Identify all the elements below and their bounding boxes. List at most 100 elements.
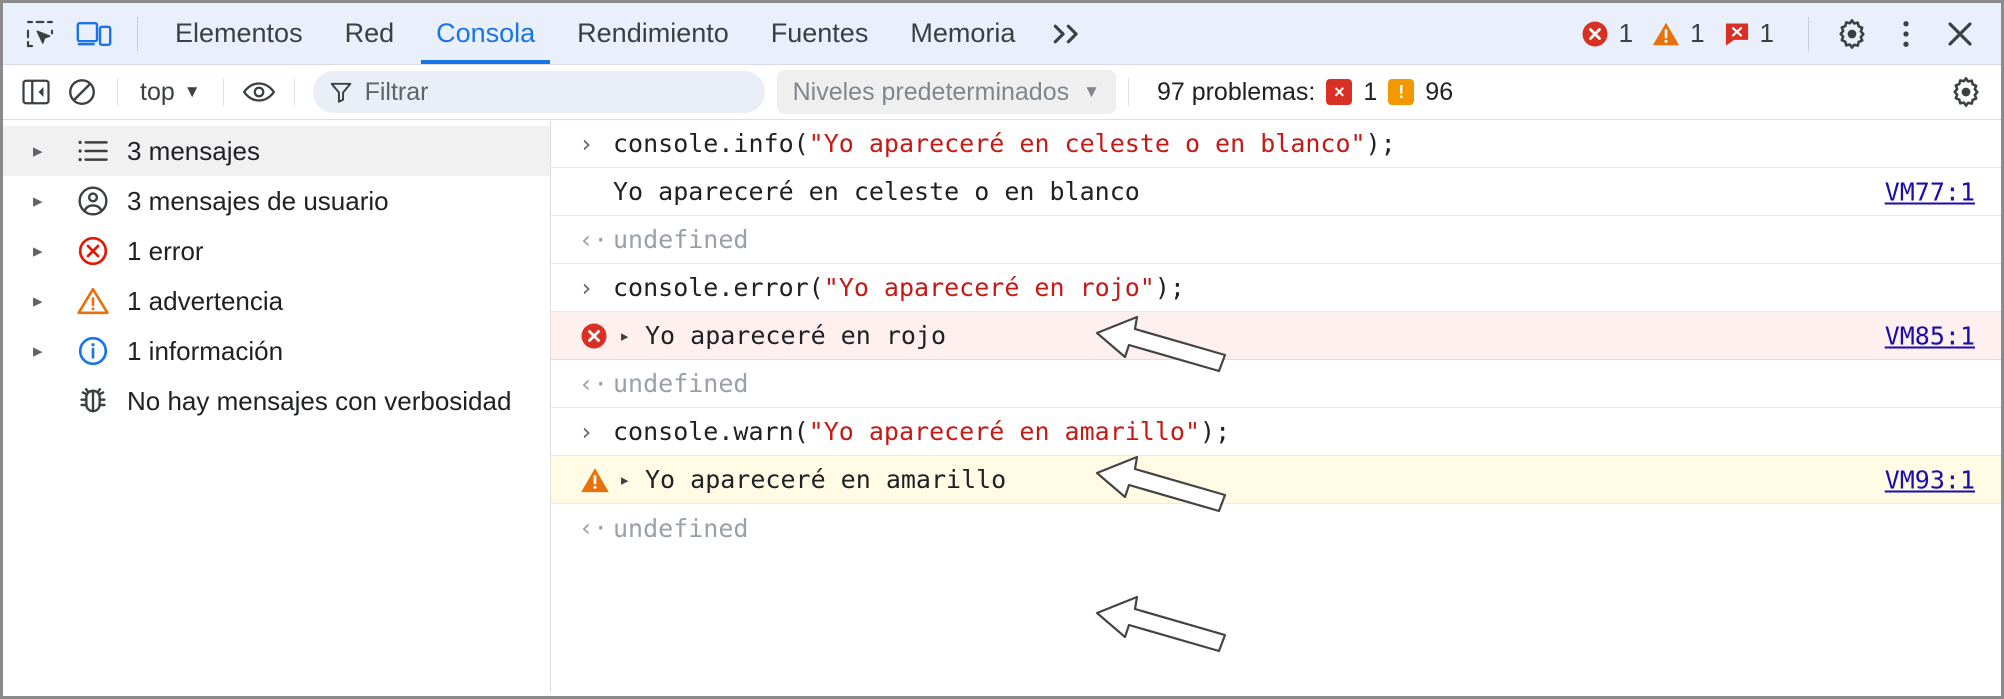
expand-triangle-icon[interactable]: ▸ xyxy=(33,290,67,313)
output-arrow-icon: ‹· xyxy=(579,514,608,542)
code-string: "Yo apareceré en amarillo" xyxy=(808,417,1201,446)
sidebar-item-label: 1 información xyxy=(127,335,284,366)
tab-fuentes[interactable]: Fuentes xyxy=(750,4,890,64)
bug-icon xyxy=(67,385,119,417)
code-pre: console.warn( xyxy=(613,417,809,446)
annotation-arrow-icon xyxy=(1095,595,1227,653)
tab-label: Red xyxy=(344,18,395,48)
inspect-element-icon[interactable] xyxy=(13,7,67,61)
source-link[interactable]: VM77:1 xyxy=(1885,177,1975,206)
execution-context-selector[interactable]: top ▼ xyxy=(130,78,211,107)
warning-triangle-icon xyxy=(579,465,619,495)
prompt-icon: › xyxy=(579,129,594,158)
result-value: undefined xyxy=(613,225,749,254)
show-console-sidebar-icon[interactable] xyxy=(13,70,59,114)
clear-console-icon[interactable] xyxy=(59,70,105,114)
filter-placeholder: Filtrar xyxy=(364,77,429,106)
close-icon[interactable] xyxy=(1933,7,1987,61)
error-circle-icon xyxy=(1582,21,1608,46)
console-sidebar: ▸ 3 mensajes ▸ 3 mensajes de usuario ▸ 1… xyxy=(3,120,551,693)
source-link[interactable]: VM85:1 xyxy=(1885,321,1975,350)
message-text: Yo apareceré en rojo xyxy=(645,321,947,350)
code-post: ); xyxy=(1154,273,1185,302)
expand-triangle-icon[interactable]: ▸ xyxy=(33,340,67,363)
code-string: "Yo apareceré en rojo" xyxy=(823,273,1155,302)
problems-warning-count: 96 xyxy=(1425,77,1454,106)
device-toolbar-icon[interactable] xyxy=(67,7,121,61)
log-levels-label: Niveles predeterminados xyxy=(792,77,1070,106)
expand-triangle-icon[interactable]: ▸ xyxy=(33,140,67,163)
sidebar-item-error[interactable]: ▸ 1 error xyxy=(3,226,550,276)
sidebar-item-verbosidad[interactable]: No hay mensajes con verbosidad xyxy=(3,376,550,426)
console-toolbar-divider-3 xyxy=(293,78,295,106)
code-post: ); xyxy=(1365,129,1396,158)
kebab-menu-icon[interactable] xyxy=(1879,7,1933,61)
tab-label: Fuentes xyxy=(770,18,869,48)
console-message-warning[interactable]: ▸ Yo apareceré en amarillo VM93:1 xyxy=(551,456,2001,504)
issue-count: 1 xyxy=(1759,18,1774,48)
problems-warning-badge-icon: ! xyxy=(1388,79,1415,105)
prompt-icon: › xyxy=(579,273,594,302)
console-settings-gear-icon[interactable] xyxy=(1943,70,1989,114)
source-link[interactable]: VM93:1 xyxy=(1885,465,1975,494)
chevron-down-icon: ▼ xyxy=(1083,82,1100,101)
sidebar-item-informacion[interactable]: ▸ 1 información xyxy=(3,326,550,376)
expand-triangle-icon[interactable]: ▸ xyxy=(33,190,67,213)
search-input[interactable]: Filtrar xyxy=(312,71,765,113)
expand-triangle-icon[interactable]: ▸ xyxy=(33,240,67,263)
console-message-error[interactable]: ▸ Yo apareceré en rojo VM85:1 xyxy=(551,312,2001,360)
filter-funnel-icon xyxy=(330,82,351,103)
log-levels-dropdown[interactable]: Niveles predeterminados ▼ xyxy=(776,70,1116,114)
info-circle-icon xyxy=(67,335,119,367)
message-text: Yo apareceré en celeste o en blanco xyxy=(613,177,1140,206)
sidebar-item-advertencia[interactable]: ▸ 1 advertencia xyxy=(3,276,550,326)
warning-count: 1 xyxy=(1690,18,1705,48)
sidebar-item-mensajes-usuario[interactable]: ▸ 3 mensajes de usuario xyxy=(3,176,550,226)
sidebar-item-label: No hay mensajes con verbosidad xyxy=(127,385,512,416)
warning-triangle-icon xyxy=(1652,22,1680,45)
console-input-line[interactable]: › console.info("Yo apareceré en celeste … xyxy=(551,120,2001,168)
tab-label: Memoria xyxy=(910,18,1016,48)
console-toolbar-divider-2 xyxy=(222,78,224,106)
console-result-line: ‹· undefined xyxy=(551,504,2001,552)
console-result-line: ‹· undefined xyxy=(551,360,2001,408)
console-toolbar-divider-1 xyxy=(117,78,118,106)
console-message-info[interactable]: Yo apareceré en celeste o en blanco VM77… xyxy=(551,168,2001,216)
tab-red[interactable]: Red xyxy=(324,4,416,64)
sidebar-item-mensajes[interactable]: ▸ 3 mensajes xyxy=(3,126,550,176)
issues-summary[interactable]: 97 problemas: × 1 ! 96 xyxy=(1157,78,1453,107)
issue-bubble-icon xyxy=(1725,23,1748,46)
tab-rendimiento[interactable]: Rendimiento xyxy=(556,4,750,64)
tab-elementos[interactable]: Elementos xyxy=(154,4,324,64)
console-input-line[interactable]: › console.warn("Yo apareceré en amarillo… xyxy=(551,408,2001,456)
error-circle-icon xyxy=(67,235,119,267)
problems-error-badge-icon: × xyxy=(1326,79,1353,105)
prompt-icon: › xyxy=(579,417,594,446)
problems-error-count: 1 xyxy=(1363,77,1378,106)
console-input-line[interactable]: › console.error("Yo apareceré en rojo"); xyxy=(551,264,2001,312)
sidebar-item-label: 1 error xyxy=(127,235,204,266)
message-text: Yo apareceré en amarillo xyxy=(645,465,1007,494)
sidebar-item-label: 3 mensajes xyxy=(127,135,260,166)
warning-triangle-icon xyxy=(67,285,119,317)
tab-memoria[interactable]: Memoria xyxy=(889,4,1036,64)
warning-counter[interactable]: 1 xyxy=(1651,18,1705,49)
error-count: 1 xyxy=(1618,18,1634,48)
code-pre: console.error( xyxy=(613,273,824,302)
output-arrow-icon: ‹· xyxy=(579,369,608,398)
expand-triangle-icon[interactable]: ▸ xyxy=(619,325,645,347)
live-expression-icon[interactable] xyxy=(236,70,282,114)
tab-consola[interactable]: Consola xyxy=(415,4,556,64)
more-tabs-chevron-icon[interactable] xyxy=(1036,7,1098,61)
gear-icon[interactable] xyxy=(1825,7,1879,61)
issues-counter[interactable]: 1 xyxy=(1723,18,1774,49)
expand-triangle-icon[interactable]: ▸ xyxy=(619,469,645,491)
chevron-down-icon: ▼ xyxy=(183,82,201,101)
error-counter[interactable]: 1 xyxy=(1580,18,1633,49)
tab-label: Elementos xyxy=(175,18,303,48)
execution-context-label: top xyxy=(140,77,175,106)
sidebar-item-label: 1 advertencia xyxy=(127,285,284,316)
console-output[interactable]: › console.info("Yo apareceré en celeste … xyxy=(551,120,2001,693)
output-arrow-icon: ‹· xyxy=(579,225,608,254)
toolbar-divider-right xyxy=(1808,16,1809,51)
